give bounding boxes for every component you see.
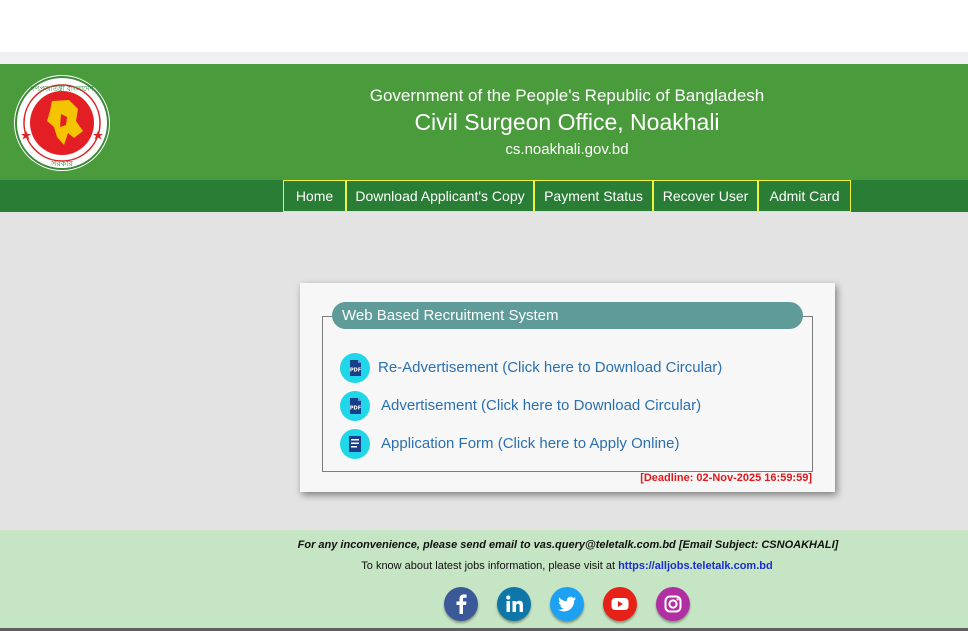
government-title: Government of the People's Republic of B… (369, 86, 765, 105)
nav-home[interactable]: Home (283, 180, 346, 212)
nav-payment-status[interactable]: Payment Status (534, 180, 653, 212)
instagram-icon[interactable] (656, 587, 690, 621)
facebook-icon[interactable] (444, 587, 478, 621)
nav-recover-user[interactable]: Recover User (653, 180, 758, 212)
site-header: গণপ্রজাতন্ত্রী বাংলাদেশ সরকার Government… (0, 64, 968, 180)
application-form-link[interactable]: Application Form (Click here to Apply On… (340, 429, 690, 459)
svg-text:PDF: PDF (350, 406, 361, 412)
nav-download-applicants-copy[interactable]: Download Applicant's Copy (346, 180, 534, 212)
recruitment-card: Web Based Recruitment System PDF Re-Adve… (300, 283, 835, 492)
recruitment-legend: Web Based Recruitment System (332, 302, 803, 329)
linkedin-icon[interactable] (497, 587, 531, 621)
form-icon (340, 429, 370, 459)
top-spacer (0, 52, 968, 64)
application-form-label[interactable]: Application Form (Click here to Apply On… (381, 435, 679, 452)
browser-blank-area (0, 0, 968, 52)
pdf-icon: PDF (340, 353, 370, 383)
jobs-info: To know about latest jobs information, p… (0, 560, 968, 572)
office-domain: cs.noakhali.gov.bd (505, 141, 629, 158)
site-footer: For any inconvenience, please send email… (0, 530, 968, 628)
main-navigation: Home Download Applicant's Copy Payment S… (0, 180, 968, 212)
pdf-icon: PDF (340, 391, 370, 421)
svg-text:PDF: PDF (350, 368, 361, 374)
alljobs-link[interactable]: https://alljobs.teletalk.com.bd (618, 560, 773, 572)
seal-icon: গণপ্রজাতন্ত্রী বাংলাদেশ সরকার (15, 76, 109, 170)
youtube-icon[interactable] (603, 587, 637, 621)
seal-lettering-top: গণপ্রজাতন্ত্রী বাংলাদেশ (30, 84, 94, 93)
advertisement-label[interactable]: Advertisement (Click here to Download Ci… (381, 397, 701, 414)
government-seal-logo: গণপ্রজাতন্ত্রী বাংলাদেশ সরকার (14, 75, 110, 171)
re-advertisement-link[interactable]: PDF Re-Advertisement (Click here to Down… (340, 353, 725, 383)
re-advertisement-label[interactable]: Re-Advertisement (Click here to Download… (378, 359, 722, 376)
office-title: Civil Surgeon Office, Noakhali (414, 109, 720, 135)
nav-admit-card[interactable]: Admit Card (758, 180, 851, 212)
advertisement-link[interactable]: PDF Advertisement (Click here to Downloa… (340, 391, 710, 421)
jobs-info-text: To know about latest jobs information, p… (361, 560, 619, 572)
twitter-icon[interactable] (550, 587, 584, 621)
contact-notice: For any inconvenience, please send email… (297, 539, 839, 551)
seal-lettering-bottom: সরকার (50, 159, 74, 168)
deadline-notice: [Deadline: 02-Nov-2025 16:59:59] (640, 472, 812, 484)
